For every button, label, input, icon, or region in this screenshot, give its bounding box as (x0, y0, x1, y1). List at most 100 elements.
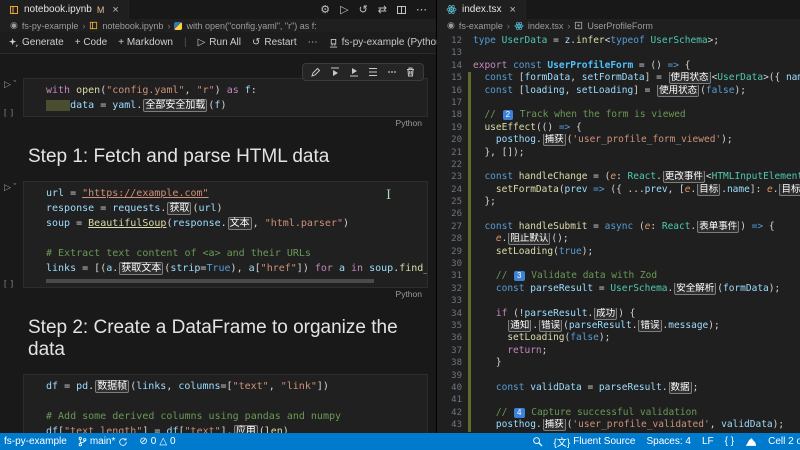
git-modified-gutter (467, 220, 473, 234)
cell-code-editor[interactable]: with open("config.yaml", "r") as f: data… (23, 78, 428, 117)
react-icon (446, 5, 457, 14)
notebook-icon (10, 5, 18, 14)
code-token: name (785, 72, 800, 84)
horizontal-scrollbar[interactable] (46, 279, 374, 283)
breadcrumb-file[interactable]: index.tsx (528, 21, 564, 31)
code-token: ) (740, 220, 752, 232)
code-line: 34 if (!parseResult. 成功) { (442, 307, 800, 321)
code-token: Track when the form is viewed (514, 109, 686, 121)
toolbar-more-icon[interactable]: ⋯ (308, 37, 318, 48)
code-token: ] = (633, 84, 657, 96)
run-cell-button[interactable]: ▷ ˇ (4, 182, 23, 192)
tab-notebook[interactable]: notebook.ipynb M × (0, 0, 129, 19)
code-token: : (650, 220, 662, 232)
generate-button[interactable]: Generate (9, 37, 64, 48)
workspace-indicator[interactable]: fs-py-example (4, 436, 67, 447)
code-line: 38 } (442, 357, 800, 370)
code-token: }; (473, 196, 496, 208)
add-markdown-button[interactable]: + Markdown (118, 37, 173, 48)
code-line: 35 通知. 错误 (parseResult. 错误 .message); (442, 319, 800, 333)
code-line: 27 const handleSubmit = async (e: React.… (442, 220, 800, 234)
more-actions-icon[interactable]: ⋯ (416, 3, 427, 16)
delete-cell-icon[interactable] (406, 67, 415, 77)
history-icon[interactable]: ↺ (359, 3, 368, 16)
code-token: "r" (196, 85, 215, 96)
breadcrumb-symbol[interactable]: with open("config.yaml", "r") as f: (186, 21, 316, 31)
translated-token: 应用 (233, 425, 258, 433)
cell-code-editor[interactable]: url = "https://example.com" response = re… (23, 181, 428, 288)
code-token: } (473, 357, 502, 369)
code-token: (! (507, 307, 525, 319)
code-text: if (!parseResult. 成功) { (473, 307, 800, 320)
status-left: fs-py-example main* ⊘ 0 △ 0 (4, 436, 176, 447)
git-modified-gutter (467, 307, 473, 321)
problems-indicator[interactable]: ⊘ 0 △ 0 (139, 436, 175, 447)
code-token: UserData (501, 35, 548, 46)
posthog-icon[interactable] (745, 437, 757, 447)
cell-language-picker[interactable]: Python (396, 118, 422, 130)
line-number: 27 (451, 221, 462, 232)
code-editor[interactable]: 12 type UserData = z.infer<typeof UserSch… (437, 32, 800, 433)
code-token: { (678, 59, 691, 71)
run-above-icon[interactable] (330, 67, 340, 77)
close-icon[interactable]: × (509, 4, 515, 16)
breadcrumb-root[interactable]: fs-py-example (22, 21, 79, 31)
code-token: loading (524, 84, 565, 96)
cell-indicator[interactable]: Cell 2 o (768, 436, 800, 447)
indentation-indicator[interactable]: Spaces: 4 (646, 436, 690, 447)
sync-icon[interactable]: ⇄ (378, 3, 387, 16)
run-all-button[interactable]: ▷ Run All (198, 37, 241, 48)
breadcrumb-symbol[interactable]: UserProfileForm (587, 21, 653, 31)
code-token: data (70, 100, 95, 111)
code-token: . (656, 171, 662, 183)
code-token: { (763, 220, 775, 232)
code-token: df (46, 381, 59, 392)
close-icon[interactable]: × (112, 4, 118, 16)
breadcrumb-file[interactable]: notebook.ipynb (102, 21, 163, 31)
code-token: True (206, 263, 231, 274)
code-token: React (627, 171, 657, 183)
code-text: // 4 Capture successful validation (473, 407, 800, 419)
git-modified-gutter (467, 319, 473, 333)
code-token: =[ (220, 381, 233, 392)
tab-index-tsx[interactable]: index.tsx × (437, 0, 526, 19)
settings-icon[interactable]: ⚙ (320, 3, 330, 16)
language-mode-indicator[interactable]: { } (725, 436, 734, 447)
split-editor-icon[interactable] (397, 5, 406, 14)
git-branch-item[interactable]: main* (78, 436, 129, 447)
code-token: setFormData (495, 183, 559, 195)
execution-count: [ ] (4, 107, 15, 117)
cell-language-picker[interactable]: Python (396, 289, 422, 301)
run-below-icon[interactable] (349, 67, 359, 77)
python-icon (174, 21, 183, 30)
run-icon[interactable]: ▷ (340, 3, 348, 16)
fluent-source-item[interactable]: {文} Fluent Source (554, 434, 636, 449)
restart-label: Restart (264, 37, 297, 48)
cell-margin: ▷ ˇ [ ] (4, 181, 23, 301)
restart-button[interactable]: ↺ Restart (252, 37, 297, 48)
run-cell-button[interactable]: ▷ ˇ (4, 79, 23, 89)
git-modified-gutter (467, 146, 473, 160)
magnifier-icon[interactable] (532, 436, 543, 447)
add-code-button[interactable]: + Code (75, 37, 108, 48)
translated-token: 使用状态 (668, 72, 711, 85)
cell-margin: ▷ ˇ [ ] (4, 78, 23, 130)
breadcrumb-root[interactable]: fs-example (459, 21, 503, 31)
run-all-label: Run All (209, 37, 241, 48)
git-modified-gutter (467, 72, 473, 85)
cell-code-editor[interactable]: df = pd. 数据帧 (links, columns=["text", "lin… (23, 374, 428, 433)
eol-indicator[interactable]: LF (702, 436, 714, 447)
line-number: 17 (451, 97, 462, 108)
code-token: false (705, 84, 735, 96)
code-editor-pane: index.tsx × ◉ fs-example › index.tsx › U… (437, 0, 800, 433)
edit-cell-icon[interactable] (311, 67, 321, 77)
split-cell-icon[interactable] (368, 67, 378, 77)
more-actions-icon[interactable] (387, 67, 397, 77)
record-icon: ◉ (447, 20, 455, 30)
code-token: as (226, 85, 239, 96)
